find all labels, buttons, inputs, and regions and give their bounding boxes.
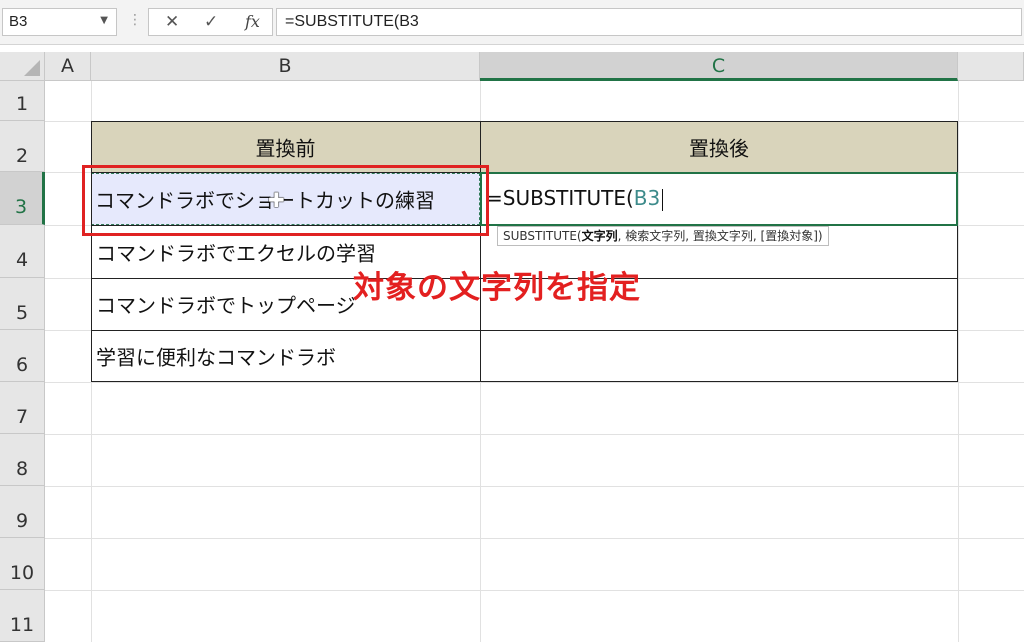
- formula-text: =SUBSTITUTE(B3: [285, 13, 419, 30]
- enter-icon[interactable]: ✓: [204, 12, 218, 32]
- formula-prefix: =SUBSTITUTE(: [486, 186, 634, 210]
- row-header-9[interactable]: 9: [0, 486, 45, 538]
- cell-b6-text: 学習に便利なコマンドラボ: [96, 345, 336, 370]
- cell-c6[interactable]: [480, 330, 958, 382]
- header-after-label: 置換後: [689, 136, 749, 160]
- cell-b4-text: コマンドラボでエクセルの学習: [96, 241, 376, 265]
- column-header-d[interactable]: [958, 52, 1024, 81]
- row-header-5[interactable]: 5: [0, 278, 45, 330]
- cancel-icon[interactable]: ✕: [165, 12, 179, 32]
- name-box[interactable]: B3 ▼: [2, 8, 117, 36]
- column-header-c[interactable]: C: [480, 52, 958, 81]
- chevron-down-icon[interactable]: ▼: [100, 15, 108, 26]
- table-border: [957, 121, 958, 382]
- table-border: [91, 121, 958, 122]
- plus-cursor-icon: ✚: [268, 188, 285, 212]
- formula-buttons: ✕ ✓ fx: [148, 8, 273, 36]
- name-box-value: B3: [9, 13, 28, 30]
- select-all-icon: [24, 60, 40, 76]
- column-header-a[interactable]: A: [45, 52, 91, 81]
- column-header-b[interactable]: B: [91, 52, 480, 81]
- row-header-10[interactable]: 10: [0, 538, 45, 590]
- text-caret: [662, 188, 664, 211]
- row-header-11[interactable]: 11: [0, 590, 45, 642]
- row-header-4[interactable]: 4: [0, 225, 45, 278]
- row-header-6[interactable]: 6: [0, 330, 45, 382]
- cell-b5-text: コマンドラボでトップページ: [96, 293, 356, 318]
- insert-function-icon[interactable]: fx: [245, 12, 260, 31]
- gridline: [45, 382, 1024, 383]
- highlight-box: [82, 165, 489, 236]
- row-header-7[interactable]: 7: [0, 382, 45, 434]
- table-border: [91, 121, 92, 382]
- annotation-text: 対象の文字列を指定: [353, 270, 641, 306]
- cell-c3-formula: =SUBSTITUTE(B3: [486, 186, 664, 211]
- cell-c3-editing[interactable]: =SUBSTITUTE(B3: [480, 172, 958, 226]
- formula-reference: B3: [633, 186, 661, 210]
- row-header-3[interactable]: 3: [0, 172, 45, 225]
- row-header-1[interactable]: 1: [0, 81, 45, 121]
- gridline: [45, 486, 1024, 487]
- cell-c2[interactable]: 置換後: [480, 121, 958, 172]
- cell-b6[interactable]: 学習に便利なコマンドラボ: [91, 330, 480, 382]
- formula-bar: B3 ▼ ⋮ ✕ ✓ fx =SUBSTITUTE(B3: [0, 0, 1024, 45]
- table-border: [91, 381, 958, 382]
- row-header-8[interactable]: 8: [0, 434, 45, 486]
- row-header-2[interactable]: 2: [0, 121, 45, 172]
- formula-input[interactable]: =SUBSTITUTE(B3: [276, 8, 1022, 36]
- gridline: [958, 81, 959, 642]
- more-icon: ⋮: [128, 12, 142, 28]
- tooltip-current-arg[interactable]: 文字列: [582, 229, 618, 243]
- gridline: [45, 434, 1024, 435]
- select-all-button[interactable]: [0, 52, 45, 81]
- gridline: [45, 590, 1024, 591]
- tooltip-rest-args: , 検索文字列, 置換文字列, [置換対象]): [617, 229, 823, 243]
- table-border: [480, 121, 481, 382]
- table-border: [91, 330, 958, 331]
- gridline: [45, 538, 1024, 539]
- tooltip-function: SUBSTITUTE(: [503, 229, 582, 243]
- header-before-label: 置換前: [255, 136, 316, 160]
- function-tooltip[interactable]: SUBSTITUTE(文字列, 検索文字列, 置換文字列, [置換対象]): [497, 226, 829, 246]
